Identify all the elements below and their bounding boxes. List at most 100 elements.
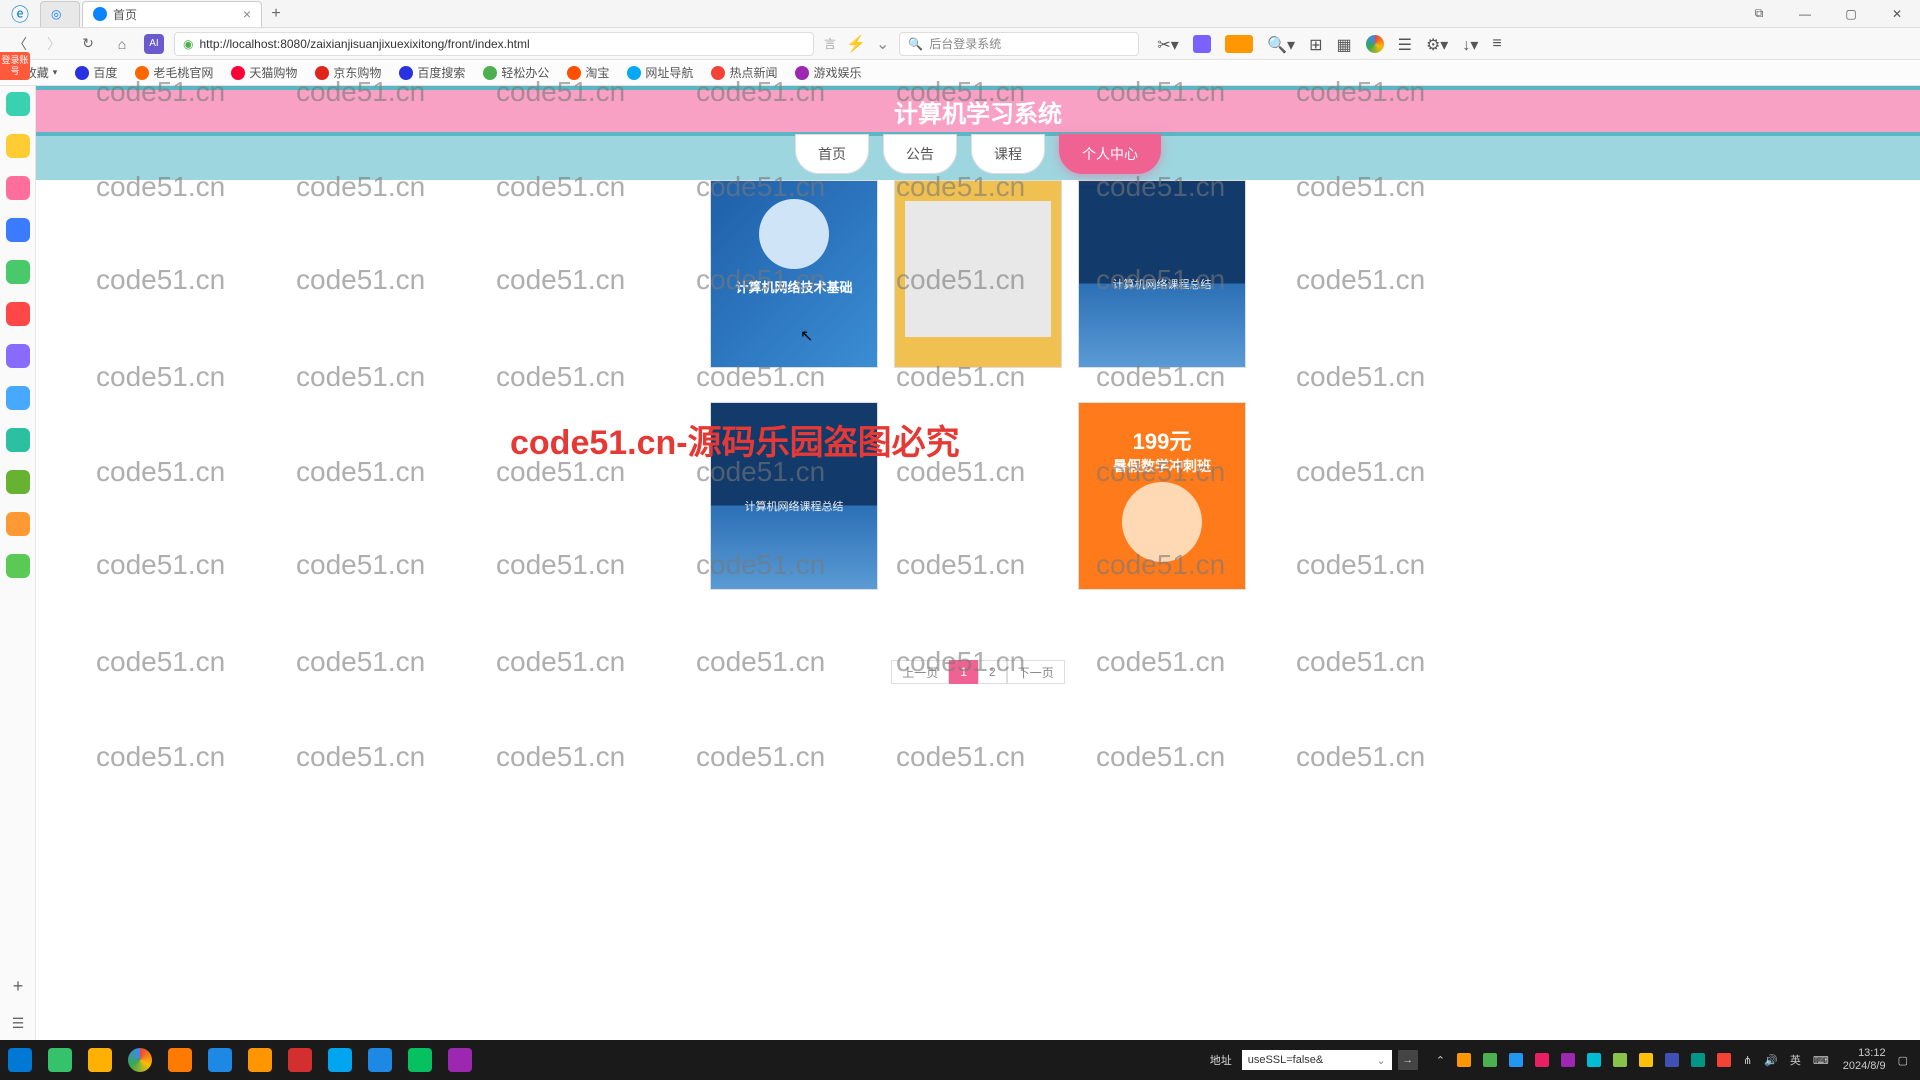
ext-icon-3[interactable]: 🔍▾: [1267, 35, 1295, 53]
addr-input[interactable]: useSSL=false&⌄: [1242, 1050, 1392, 1070]
bookmark-nav[interactable]: 网址导航: [627, 64, 693, 81]
course-card-empty: [894, 402, 1062, 590]
task-app-4[interactable]: [160, 1040, 200, 1080]
close-button[interactable]: ✕: [1874, 0, 1920, 28]
bookmark-news[interactable]: 热点新闻: [711, 64, 777, 81]
forward-button[interactable]: 〉: [42, 32, 66, 56]
tray-icon[interactable]: [1613, 1053, 1627, 1067]
tray-icon[interactable]: [1483, 1053, 1497, 1067]
page-prev-button[interactable]: 上一页: [891, 660, 949, 684]
tab-pinned[interactable]: ◎: [40, 1, 80, 27]
sidebar-icon-9[interactable]: [6, 428, 30, 452]
ext-icon-7[interactable]: ☰: [1398, 35, 1412, 53]
ime-indicator[interactable]: 英: [1790, 1052, 1801, 1068]
nav-notice[interactable]: 公告: [883, 134, 957, 174]
minimize-button[interactable]: —: [1782, 0, 1828, 28]
tray-icon[interactable]: [1717, 1053, 1731, 1067]
tray-icon[interactable]: [1691, 1053, 1705, 1067]
ext-icon-9[interactable]: ↓▾: [1462, 35, 1478, 53]
ext-icon-2[interactable]: 🛡▾: [1225, 35, 1253, 53]
ext-scissors-icon[interactable]: ✂▾: [1157, 35, 1178, 53]
bookmark-office[interactable]: 轻松办公: [483, 64, 549, 81]
task-app-8[interactable]: [320, 1040, 360, 1080]
sidebar-icon-5[interactable]: [6, 260, 30, 284]
sidebar-icon-2[interactable]: [6, 134, 30, 158]
course-card[interactable]: 计算机网络课程总结: [710, 402, 878, 590]
tray-icon[interactable]: [1587, 1053, 1601, 1067]
sidebar-icon-10[interactable]: [6, 470, 30, 494]
task-app-1[interactable]: [40, 1040, 80, 1080]
sidebar-icon-11[interactable]: [6, 512, 30, 536]
nav-home[interactable]: 首页: [795, 134, 869, 174]
task-app-9[interactable]: [360, 1040, 400, 1080]
sidebar-icon-8[interactable]: [6, 386, 30, 410]
tray-icon[interactable]: [1639, 1053, 1653, 1067]
ext-icon-8[interactable]: ⚙▾: [1426, 35, 1448, 53]
addr-go-button[interactable]: →: [1398, 1050, 1418, 1070]
ext-icon-4[interactable]: ⊞: [1309, 35, 1322, 53]
tab-close-icon[interactable]: ×: [243, 6, 251, 22]
task-app-10[interactable]: [400, 1040, 440, 1080]
bookmark-baidusearch[interactable]: 百度搜索: [399, 64, 465, 81]
tray-icon[interactable]: [1561, 1053, 1575, 1067]
bookmark-baidu[interactable]: 百度: [75, 64, 117, 81]
ai-button[interactable]: AI: [144, 34, 164, 54]
sidebar-add-icon[interactable]: +: [13, 976, 24, 997]
taskbar-clock[interactable]: 13:12 2024/8/9: [1843, 1047, 1886, 1073]
pip-button[interactable]: ⧉: [1736, 0, 1782, 28]
sidebar-icon-4[interactable]: [6, 218, 30, 242]
task-app-2[interactable]: [80, 1040, 120, 1080]
reload-button[interactable]: ↻: [76, 32, 100, 56]
sidebar-icon-1[interactable]: [6, 92, 30, 116]
task-app-11[interactable]: [440, 1040, 480, 1080]
task-app-3[interactable]: [120, 1040, 160, 1080]
ext-icon-6[interactable]: [1366, 35, 1384, 53]
course-card[interactable]: 计算机网络课程总结: [1078, 180, 1246, 368]
home-button[interactable]: ⌂: [110, 32, 134, 56]
tray-keyboard-icon[interactable]: ⌨: [1813, 1054, 1829, 1067]
course-card[interactable]: 199元 暑假数学冲刺班: [1078, 402, 1246, 590]
start-button[interactable]: [0, 1040, 40, 1080]
bookmark-tmall[interactable]: 天猫购物: [231, 64, 297, 81]
page-1-button[interactable]: 1: [949, 660, 978, 684]
bookmark-laomaotao[interactable]: 老毛桃官网: [135, 64, 213, 81]
bookmark-jd[interactable]: 京东购物: [315, 64, 381, 81]
page-2-button[interactable]: 2: [978, 660, 1007, 684]
flash-icon[interactable]: ⚡: [846, 34, 866, 54]
ext-icon-1[interactable]: [1193, 35, 1211, 53]
new-tab-button[interactable]: +: [264, 5, 288, 23]
search-input[interactable]: 🔍 后台登录系统: [899, 32, 1139, 56]
translate-icon[interactable]: 言: [824, 35, 836, 52]
sidebar-icon-12[interactable]: [6, 554, 30, 578]
task-app-5[interactable]: [200, 1040, 240, 1080]
tray-icon[interactable]: [1665, 1053, 1679, 1067]
course-row-2: 计算机网络课程总结 199元 暑假数学冲刺班: [710, 402, 1246, 590]
notification-icon[interactable]: ▢: [1898, 1054, 1908, 1067]
ext-icon-10[interactable]: ≡: [1492, 35, 1501, 53]
nav-personal[interactable]: 个人中心: [1059, 134, 1161, 174]
nav-course[interactable]: 课程: [971, 134, 1045, 174]
tray-sound-icon[interactable]: 🔊: [1764, 1054, 1778, 1067]
page-next-button[interactable]: 下一页: [1007, 660, 1065, 684]
url-input[interactable]: ◉ http://localhost:8080/zaixianjisuanjix…: [174, 32, 814, 56]
task-app-7[interactable]: [280, 1040, 320, 1080]
course-card[interactable]: [894, 180, 1062, 368]
tray-icon[interactable]: [1457, 1053, 1471, 1067]
ext-icon-5[interactable]: ▦: [1336, 35, 1351, 53]
sidebar-icon-7[interactable]: [6, 344, 30, 368]
maximize-button[interactable]: ▢: [1828, 0, 1874, 28]
sidebar-menu-icon[interactable]: ☰: [12, 1015, 25, 1032]
tray-icon[interactable]: [1509, 1053, 1523, 1067]
tray-up-icon[interactable]: ⌃: [1436, 1054, 1445, 1067]
sidebar-icon-3[interactable]: [6, 176, 30, 200]
tray-wifi-icon[interactable]: ⋔: [1743, 1054, 1752, 1067]
login-tag[interactable]: 登录账号: [0, 52, 30, 80]
bookmark-games[interactable]: 游戏娱乐: [795, 64, 861, 81]
bookmark-taobao[interactable]: 淘宝: [567, 64, 609, 81]
course-card[interactable]: 计算机网络技术基础: [710, 180, 878, 368]
dropdown-icon[interactable]: ⌄: [876, 34, 889, 54]
sidebar-icon-6[interactable]: [6, 302, 30, 326]
tray-icon[interactable]: [1535, 1053, 1549, 1067]
task-app-6[interactable]: [240, 1040, 280, 1080]
tab-active[interactable]: 首页 ×: [82, 1, 262, 27]
